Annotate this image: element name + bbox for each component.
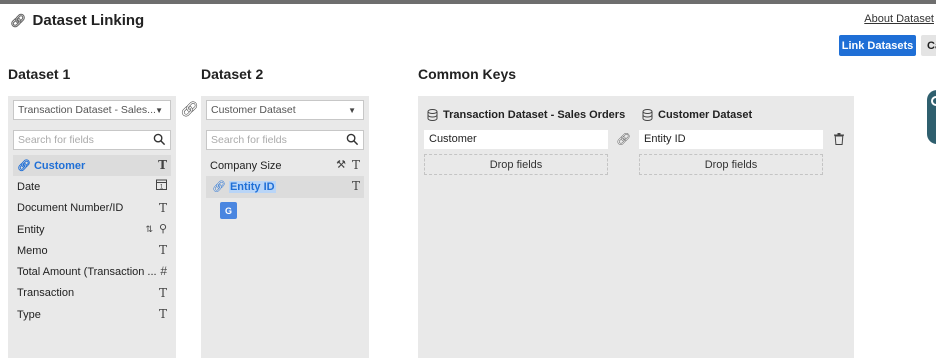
number-type-icon: # (160, 264, 167, 279)
common-keys-panel: Transaction Dataset - Sales Orders Custo… (418, 96, 854, 358)
field-entity[interactable]: Entity ⇅ ⚲ (13, 219, 171, 240)
field-total-amount[interactable]: Total Amount (Transaction ... # (13, 261, 171, 282)
dataset1-select[interactable]: Transaction Dataset - Sales... ▼ (13, 100, 171, 120)
cancel-button[interactable]: Ca (921, 35, 936, 56)
search-icon[interactable] (153, 133, 166, 146)
left-key-field[interactable]: Customer (424, 130, 608, 149)
text-type-icon: T (158, 200, 167, 215)
drag-handle-icon[interactable]: G (220, 202, 237, 219)
field-label: Entity (17, 223, 45, 236)
database-icon (427, 109, 438, 121)
dataset-linking-window: 🔗︎ Dataset Linking About Dataset Link Da… (0, 0, 936, 358)
page-title-text: Dataset Linking (32, 12, 145, 29)
field-label: Entity ID (228, 180, 276, 193)
page-title: 🔗︎ Dataset Linking (10, 12, 144, 29)
trash-icon[interactable] (834, 133, 844, 145)
dataset1-select-value: Transaction Dataset - Sales... (18, 104, 156, 116)
right-dataset-header: Customer Dataset (642, 109, 752, 121)
field-label: Type (17, 308, 41, 321)
dataset2-heading: Dataset 2 (201, 66, 264, 82)
help-icon (931, 96, 936, 106)
search-placeholder: Search for fields (18, 134, 94, 146)
database-icon (642, 109, 653, 121)
left-dataset-header: Transaction Dataset - Sales Orders (427, 109, 625, 121)
link-icon: 🔗︎ (10, 12, 27, 28)
text-type-icon: T (351, 179, 360, 194)
dataset1-heading: Dataset 1 (8, 66, 71, 82)
dataset2-search-input[interactable]: Search for fields (206, 130, 364, 150)
field-customer[interactable]: 🔗︎ Customer T (13, 155, 171, 177)
dataset1-panel: Transaction Dataset - Sales... ▼ Search … (8, 96, 176, 358)
left-dataset-name: Transaction Dataset - Sales Orders (443, 109, 626, 121)
text-type-icon: T (158, 158, 167, 172)
field-label: Company Size (210, 159, 282, 172)
search-icon[interactable] (346, 133, 359, 146)
dataset1-field-list: 🔗︎ Customer T Date 1 Document Number/ID … (13, 155, 171, 325)
field-label: Transaction (17, 287, 75, 300)
help-widget[interactable] (927, 90, 936, 144)
right-key-field[interactable]: Entity ID (639, 130, 823, 149)
field-transaction[interactable]: Transaction T (13, 283, 171, 304)
field-date[interactable]: Date 1 (13, 176, 171, 197)
link-icon: 🔗︎ (180, 101, 200, 118)
dataset2-panel: Customer Dataset ▼ Search for fields Com… (201, 96, 369, 358)
field-entity-id[interactable]: 🔗︎ Entity ID T (206, 176, 364, 198)
dataset2-field-list: Company Size ⚒ T 🔗︎ Entity ID T (206, 155, 364, 198)
link-icon: 🔗︎ (616, 132, 632, 146)
chevron-down-icon: ▼ (155, 106, 163, 115)
dataset2-select-value: Customer Dataset (211, 104, 296, 116)
common-keys-heading: Common Keys (418, 66, 517, 82)
right-drop-zone[interactable]: Drop fields (639, 154, 823, 175)
field-memo[interactable]: Memo T (13, 240, 171, 261)
dataset1-search-input[interactable]: Search for fields (13, 130, 171, 150)
field-type[interactable]: Type T (13, 304, 171, 325)
link-icon: 🔗︎ (17, 160, 31, 173)
field-label: Document Number/ID (17, 202, 124, 215)
field-label: Total Amount (Transaction ... (17, 266, 157, 279)
about-dataset-link[interactable]: About Dataset (864, 13, 934, 25)
tools-icon: ⚒ (336, 159, 346, 171)
text-type-icon: T (351, 158, 360, 172)
text-type-icon: T (158, 285, 167, 300)
field-label: Date (17, 180, 41, 193)
dataset2-select[interactable]: Customer Dataset ▼ (206, 100, 364, 120)
text-type-icon: T (158, 243, 167, 258)
right-dataset-name: Customer Dataset (658, 109, 753, 121)
link-datasets-button[interactable]: Link Datasets (839, 35, 916, 56)
text-type-icon: T (158, 307, 167, 322)
search-placeholder: Search for fields (211, 134, 287, 146)
field-document-number[interactable]: Document Number/ID T (13, 198, 171, 219)
field-label: Customer (33, 159, 86, 172)
left-drop-zone[interactable]: Drop fields (424, 154, 608, 175)
field-label: Memo (17, 244, 48, 257)
chevron-down-icon: ▼ (348, 106, 356, 115)
field-company-size[interactable]: Company Size ⚒ T (206, 155, 364, 176)
link-icon: 🔗︎ (212, 181, 226, 194)
sort-az-icon: ⇅ (145, 223, 153, 234)
calendar-icon: 1 (156, 179, 167, 193)
hierarchy-icon: ⚲ (158, 222, 167, 235)
